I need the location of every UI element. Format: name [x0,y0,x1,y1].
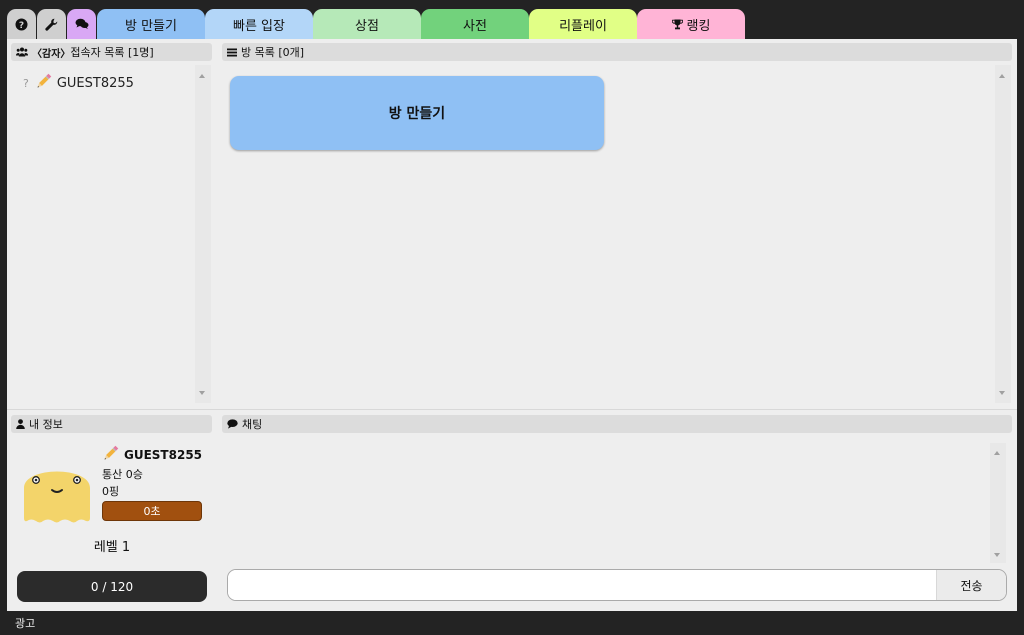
scroll-down-arrow[interactable] [994,553,1000,557]
create-room-button[interactable]: 방 만들기 [230,76,604,150]
section-divider [7,409,1017,410]
user-list-item[interactable]: ? GUEST8255 [23,73,134,94]
chat-bubbles-icon [75,18,89,30]
tab-quick-join[interactable]: 빠른 입장 [205,9,313,39]
my-info-title: 내 정보 [29,418,63,431]
tab-ranking-label: 랭킹 [686,18,711,34]
user-name: GUEST8255 [56,76,134,91]
question-circle-icon: ? [15,18,28,31]
tab-create-room[interactable]: 방 만들기 [97,9,205,39]
users-icon [16,47,28,57]
chat-tab[interactable] [67,9,96,39]
chat-send-button[interactable]: 전송 [936,570,1006,600]
main-panel: 〈감자〉 접속자 목록 [1명] ? GUEST8255 방 목록 [0개] 방… [7,39,1017,611]
my-name: GUEST8255 [124,448,203,462]
avatar [23,456,91,528]
chat-input-group: 전송 [227,569,1007,601]
settings-tab[interactable] [37,9,66,39]
user-icon [16,419,25,429]
chat-header: 채팅 [222,415,1012,433]
tab-quick-join-label: 빠른 입장 [233,18,285,34]
pencil-icon [102,445,119,465]
top-tab-bar: ? 방 만들기 빠른 입장 상점 사전 리플레이 랭킹 [0,0,1024,39]
rooms-scrollbar[interactable] [995,65,1011,403]
tab-replay[interactable]: 리플레이 [529,9,637,39]
my-time-badge: 0초 [102,501,202,521]
tab-shop[interactable]: 상점 [313,9,421,39]
users-scrollbar[interactable] [195,65,211,403]
scroll-up-arrow[interactable] [994,451,1000,455]
user-status: ? [23,77,29,90]
chat-input[interactable] [228,570,936,600]
users-panel-tag: 〈감자〉 [32,48,71,60]
tab-ranking[interactable]: 랭킹 [637,9,745,39]
chat-title: 채팅 [242,418,263,431]
help-tab[interactable]: ? [7,9,36,39]
scroll-up-arrow[interactable] [999,74,1005,78]
footer-ad-bar: 광고 [0,611,1024,635]
rooms-panel-header: 방 목록 [0개] [222,43,1012,61]
tab-dictionary[interactable]: 사전 [421,9,529,39]
users-panel-title: 접속자 목록 [1명] [70,46,154,59]
my-level: 레벨 1 [93,540,131,555]
chat-scrollbar[interactable] [990,443,1006,563]
xp-progress-bar: 0 / 120 [17,571,207,602]
my-info-header: 내 정보 [11,415,212,433]
create-room-button-label: 방 만들기 [388,106,446,122]
my-ping: 0핑 [102,485,120,498]
xp-progress-text: 0 / 120 [90,579,134,594]
tab-create-room-label: 방 만들기 [125,18,177,34]
pencil-icon [35,73,52,94]
svg-text:?: ? [19,20,24,30]
ad-label: 광고 [15,617,36,630]
scroll-up-arrow[interactable] [199,74,205,78]
scroll-down-arrow[interactable] [199,391,205,395]
users-panel-header: 〈감자〉 접속자 목록 [1명] [11,43,212,61]
tab-replay-label: 리플레이 [559,18,607,34]
my-record: 통산 0승 [102,468,143,481]
list-icon [227,48,237,57]
wrench-icon [45,18,58,31]
rooms-panel-title: 방 목록 [0개] [241,46,305,59]
my-name-row: GUEST8255 [102,445,202,465]
trophy-icon [671,19,683,30]
tab-shop-label: 상점 [355,18,379,34]
tab-dictionary-label: 사전 [463,18,487,34]
scroll-down-arrow[interactable] [999,391,1005,395]
chat-icon [227,419,238,429]
